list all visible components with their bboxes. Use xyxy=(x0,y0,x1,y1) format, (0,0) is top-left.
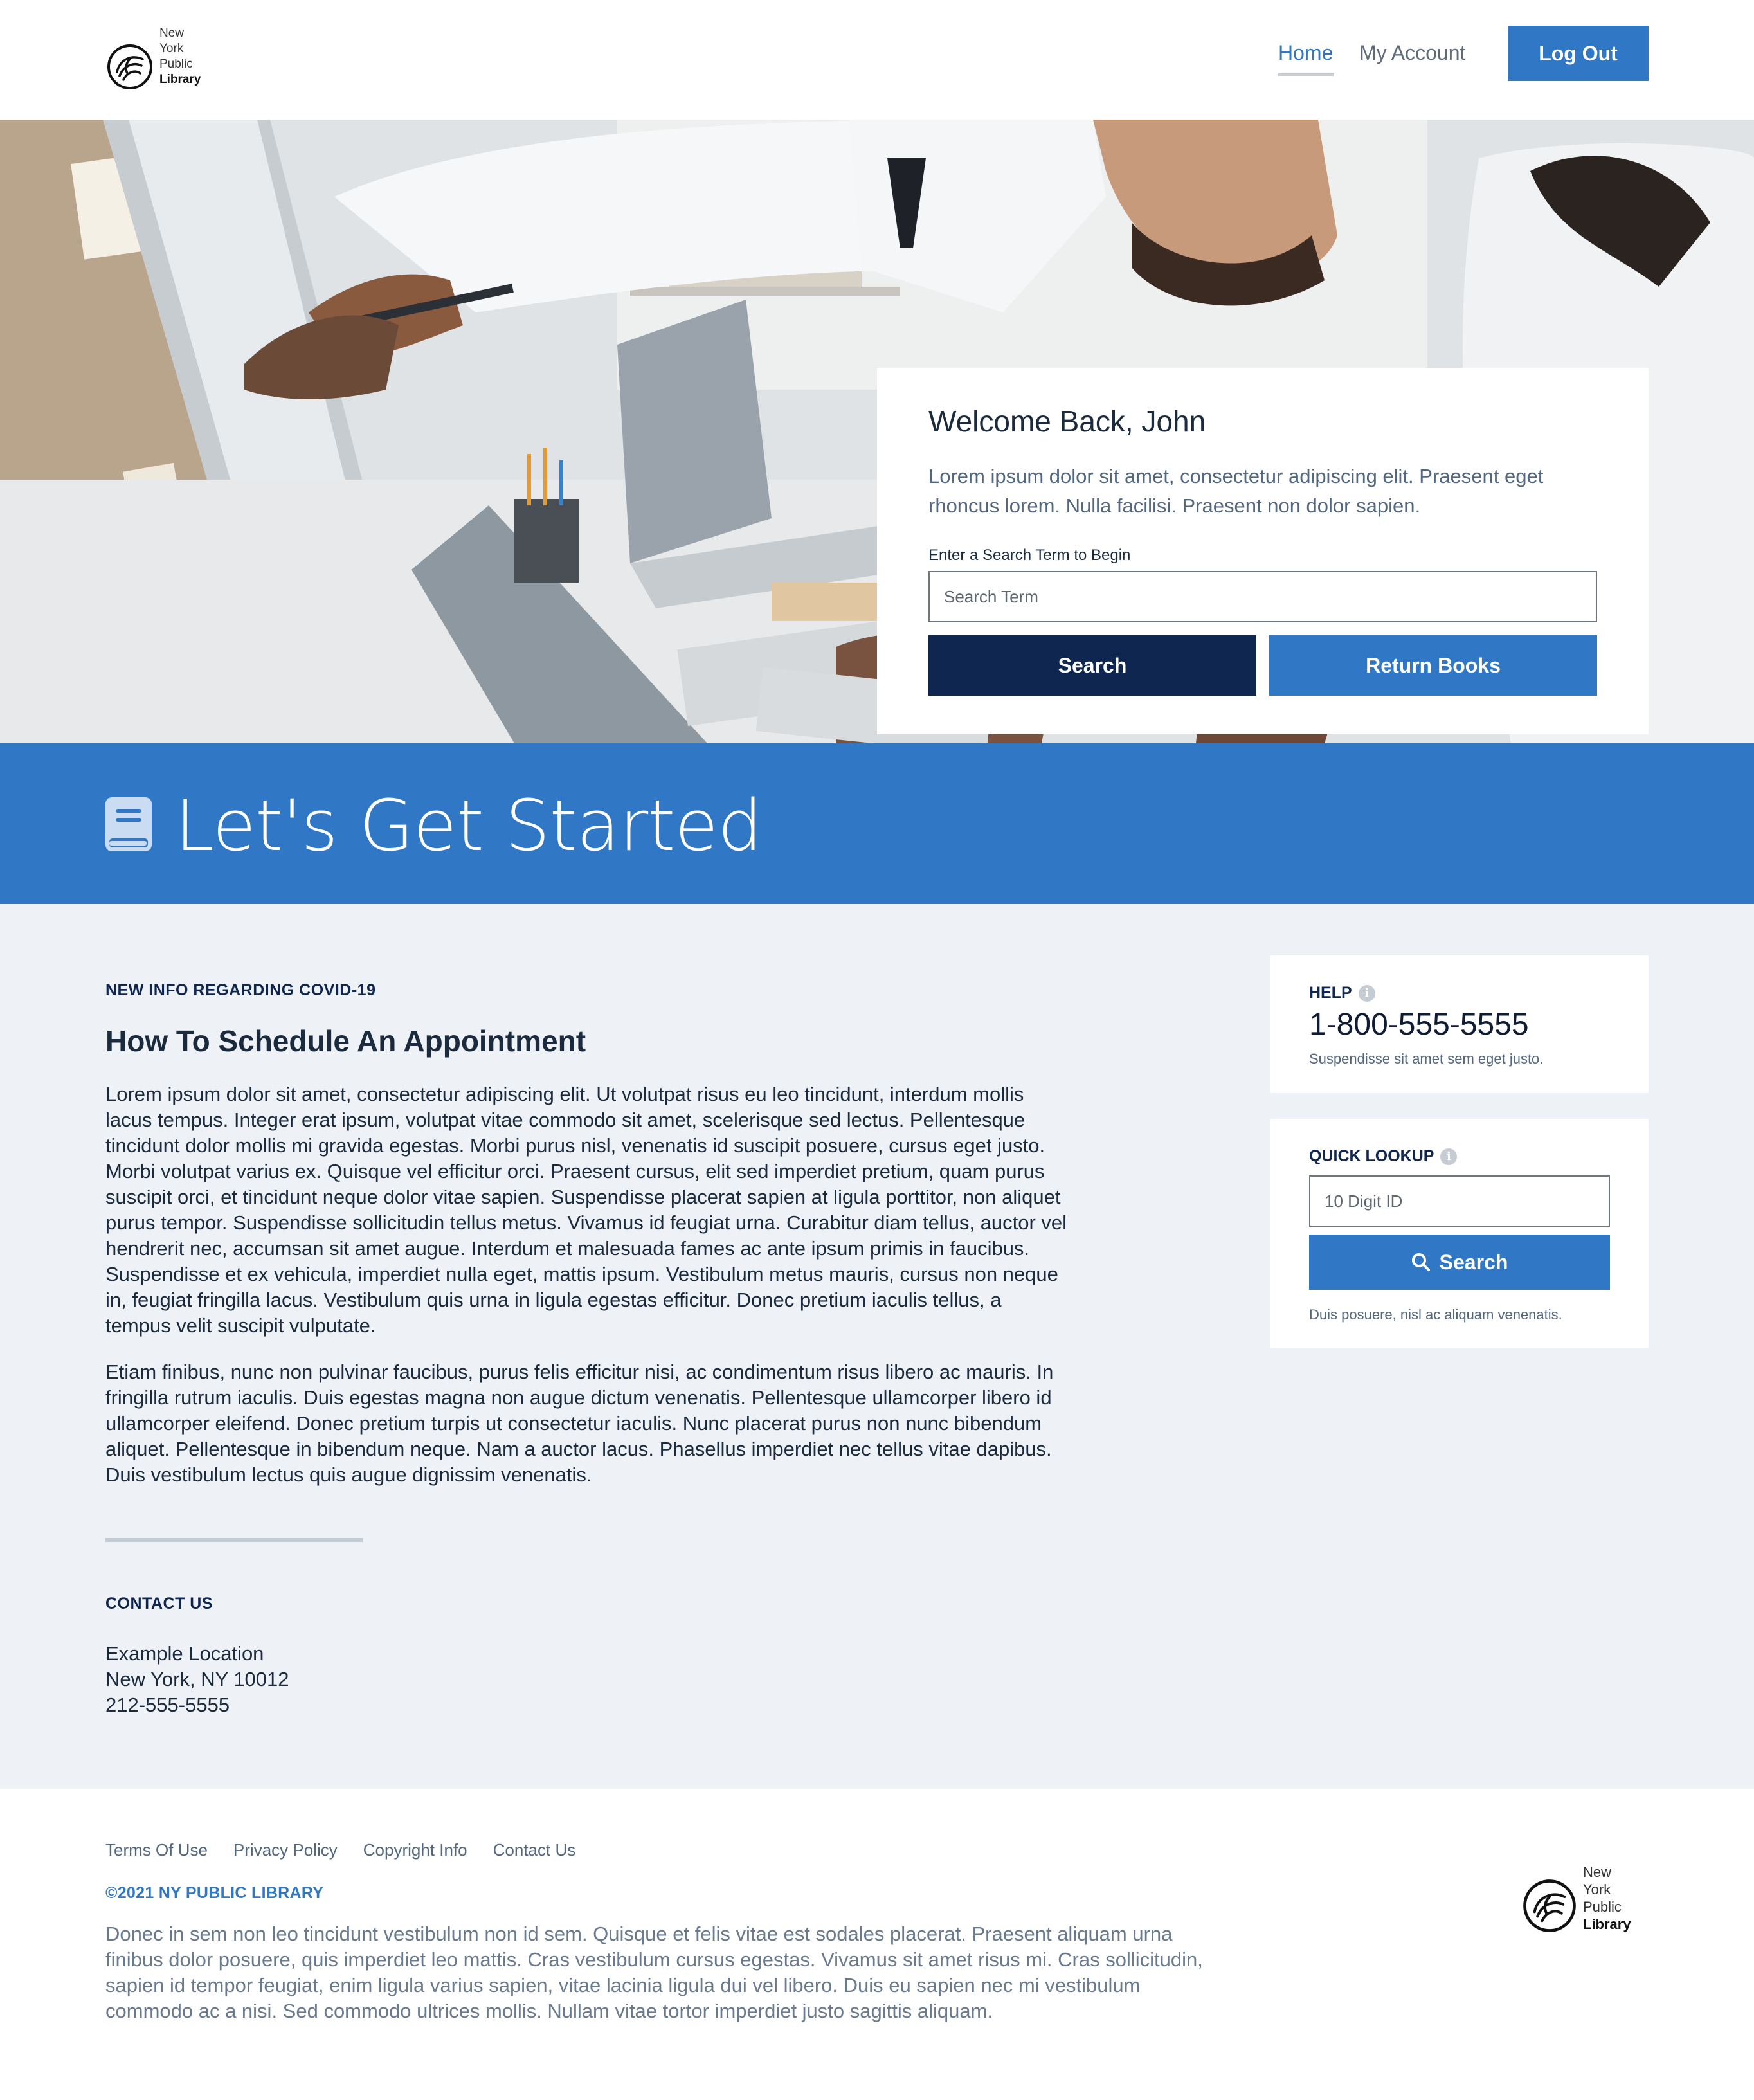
contact-eyebrow: CONTACT US xyxy=(105,1595,213,1613)
main-content: NEW INFO REGARDING COVID-19 How To Sched… xyxy=(0,904,1754,1789)
footer-logo-wordmark: New York Public Library xyxy=(1583,1863,1631,1933)
footer-logo-line-3: Library xyxy=(1583,1915,1631,1933)
lookup-eyebrow: QUICK LOOKUP i xyxy=(1309,1147,1458,1166)
nav-home-link[interactable]: Home xyxy=(1278,41,1333,65)
footer-text: Donec in sem non leo tincidunt vestibulu… xyxy=(105,1923,1203,2022)
footer-links: Terms Of Use Privacy Policy Copyright In… xyxy=(105,1840,575,1860)
search-term-input[interactable] xyxy=(928,571,1597,622)
logo-line-1: New York xyxy=(159,26,185,55)
copyright-text: ©2021 NY PUBLIC LIBRARY xyxy=(105,1884,324,1902)
hero-section: Welcome Back, John Lorem ipsum dolor sit… xyxy=(0,120,1754,743)
lookup-note: Duis posuere, nisl ac aliquam venenatis. xyxy=(1309,1307,1562,1323)
quick-lookup-search-button[interactable]: Search xyxy=(1309,1235,1610,1290)
help-eyebrow: HELP i xyxy=(1309,984,1375,1002)
info-icon[interactable]: i xyxy=(1358,984,1375,1002)
welcome-title: Welcome Back, John xyxy=(928,404,1206,438)
info-icon[interactable]: i xyxy=(1440,1148,1458,1165)
logo-line-3: Library xyxy=(159,72,201,87)
help-label: HELP xyxy=(1309,984,1352,1002)
quick-lookup-card: QUICK LOOKUP i Search Duis posuere, nisl… xyxy=(1270,1119,1649,1348)
footer-logo-line-1: New York xyxy=(1583,1864,1612,1897)
quick-lookup-search-label: Search xyxy=(1439,1250,1508,1274)
covid-eyebrow: NEW INFO REGARDING COVID-19 xyxy=(105,981,376,999)
logo-line-3-text: Library xyxy=(159,73,201,86)
log-out-button[interactable]: Log Out xyxy=(1508,26,1649,81)
logo-line-2: Public xyxy=(159,57,193,71)
logo-wordmark: New York Public Library xyxy=(159,26,201,87)
nypl-logo[interactable]: New York Public Library xyxy=(107,26,201,90)
nav-active-underline xyxy=(1278,73,1334,76)
digit-id-input[interactable] xyxy=(1309,1175,1610,1227)
search-label: Enter a Search Term to Begin xyxy=(928,547,1131,564)
lion-logo-icon xyxy=(107,44,152,89)
nav-my-account-link[interactable]: My Account xyxy=(1359,41,1465,65)
banner-title: Let's Get Started xyxy=(175,784,763,867)
contact-address: Example Location New York, NY 10012 212-… xyxy=(105,1641,289,1718)
book-icon xyxy=(105,797,152,851)
footer-link-copyright[interactable]: Copyright Info xyxy=(363,1840,467,1860)
lookup-label: QUICK LOOKUP xyxy=(1309,1147,1434,1165)
article-paragraph-1: Lorem ipsum dolor sit amet, consectetur … xyxy=(105,1083,1067,1337)
footer-link-contact[interactable]: Contact Us xyxy=(493,1840,576,1860)
search-button[interactable]: Search xyxy=(928,635,1256,696)
search-icon xyxy=(1411,1253,1430,1271)
footer-link-terms[interactable]: Terms Of Use xyxy=(105,1840,208,1860)
lets-get-started-banner: Let's Get Started xyxy=(0,743,1754,904)
contact-location: Example Location xyxy=(105,1642,264,1665)
footer-logo-line-2: Public xyxy=(1583,1899,1622,1915)
footer-nypl-logo[interactable]: New York Public Library xyxy=(1523,1864,1631,1933)
help-card: HELP i 1-800-555-5555 Suspendisse sit am… xyxy=(1270,955,1649,1093)
return-books-button[interactable]: Return Books xyxy=(1269,635,1597,696)
lion-logo-icon xyxy=(1523,1879,1576,1932)
welcome-text: Lorem ipsum dolor sit amet, consectetur … xyxy=(928,465,1544,517)
contact-phone: 212-555-5555 xyxy=(105,1694,230,1716)
site-footer: Terms Of Use Privacy Policy Copyright In… xyxy=(0,1789,1754,2100)
site-header: New York Public Library Home My Account … xyxy=(0,0,1754,120)
footer-logo-line-3-text: Library xyxy=(1583,1916,1631,1932)
article-paragraph-2: Etiam finibus, nunc non pulvinar faucibu… xyxy=(105,1361,1054,1486)
footer-link-privacy[interactable]: Privacy Policy xyxy=(233,1840,338,1860)
article-title: How To Schedule An Appointment xyxy=(105,1024,586,1058)
section-divider xyxy=(105,1538,363,1542)
help-note: Suspendisse sit amet sem eget justo. xyxy=(1309,1051,1544,1067)
contact-city: New York, NY 10012 xyxy=(105,1668,289,1690)
help-phone-number[interactable]: 1-800-555-5555 xyxy=(1309,1007,1529,1042)
welcome-card: Welcome Back, John Lorem ipsum dolor sit… xyxy=(877,368,1649,734)
